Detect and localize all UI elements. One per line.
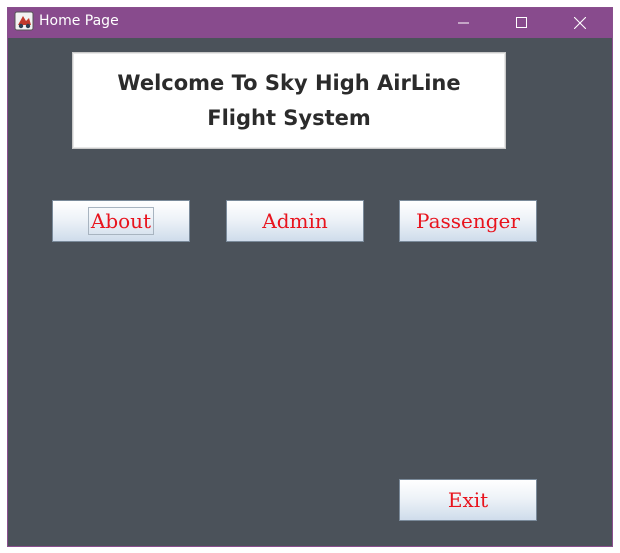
minimize-button[interactable]: [441, 8, 487, 38]
passenger-button[interactable]: Passenger: [399, 200, 537, 242]
close-button[interactable]: [557, 8, 603, 38]
about-button[interactable]: About: [52, 200, 190, 242]
exit-button-label: Exit: [447, 488, 489, 512]
admin-button-label: Admin: [262, 209, 328, 233]
admin-button[interactable]: Admin: [226, 200, 364, 242]
exit-button[interactable]: Exit: [399, 479, 537, 521]
window-title: Home Page: [39, 13, 119, 29]
maximize-icon: [516, 17, 528, 29]
welcome-heading-line-2: Flight System: [207, 105, 371, 130]
minimize-icon: [458, 17, 470, 29]
close-icon: [574, 17, 586, 29]
title-bar[interactable]: Home Page: [8, 8, 612, 38]
home-page-window: Home Page Welcome To Sky High AirLine Fl…: [8, 8, 612, 546]
maximize-button[interactable]: [499, 8, 545, 38]
welcome-heading-line-1: Welcome To Sky High AirLine: [117, 70, 461, 95]
java-app-icon: [14, 11, 34, 31]
about-button-label: About: [87, 207, 155, 235]
welcome-header-panel: Welcome To Sky High AirLine Flight Syste…: [72, 52, 506, 149]
passenger-button-label: Passenger: [416, 209, 520, 233]
